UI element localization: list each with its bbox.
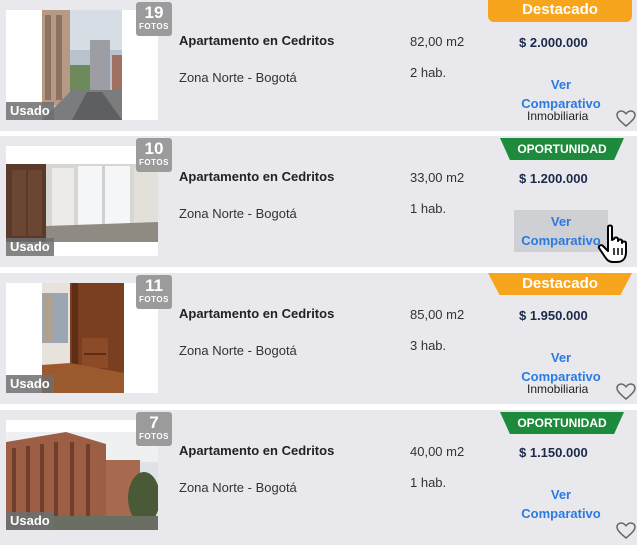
listing-card[interactable]: Usado 7 FOTOS Apartamento en Cedritos Zo…: [0, 410, 637, 545]
photo-count: 7: [149, 413, 159, 432]
condition-badge: Usado: [6, 512, 54, 530]
photo-count-badge: 11 FOTOS: [136, 275, 172, 309]
listing-area: 33,00 m2: [410, 170, 465, 185]
opportunity-badge: OPORTUNIDAD: [500, 138, 624, 160]
listing-card[interactable]: Usado 19 FOTOS Apartamento en Cedritos Z…: [0, 0, 637, 134]
building-photo: [42, 10, 122, 120]
condition-badge: Usado: [6, 375, 54, 393]
photo-count-label: FOTOS: [139, 432, 169, 441]
listing-title[interactable]: Apartamento en Cedritos: [179, 169, 334, 184]
listing-rooms: 1 hab.: [410, 475, 447, 490]
condition-badge: Usado: [6, 238, 54, 256]
listing-price: $ 1.200.000: [519, 171, 588, 186]
compare-link-line2: Comparativo: [521, 233, 601, 248]
listing-price: $ 1.150.000: [519, 445, 588, 460]
heart-icon[interactable]: [616, 383, 636, 401]
photo-count: 11: [145, 276, 163, 295]
compare-link-line1: Ver: [550, 214, 572, 229]
listing-area: 85,00 m2: [410, 307, 465, 322]
photo-count-badge: 7 FOTOS: [136, 412, 172, 446]
compare-link-line2: Comparativo: [521, 506, 601, 521]
listing-zone: Zona Norte - Bogotá: [179, 480, 297, 495]
agency-label: Inmobiliaria: [527, 382, 589, 396]
photo-count-badge: 19 FOTOS: [136, 2, 172, 36]
photo-count-badge: 10 FOTOS: [136, 138, 172, 172]
listing-title[interactable]: Apartamento en Cedritos: [179, 33, 334, 48]
compare-link-line1: Ver: [550, 350, 572, 365]
featured-badge: Destacado: [488, 0, 632, 22]
listing-rooms: 3 hab.: [410, 338, 447, 353]
heart-icon[interactable]: [616, 522, 636, 540]
compare-link-line1: Ver: [550, 77, 572, 92]
compare-link[interactable]: Ver Comparativo: [514, 483, 608, 525]
opportunity-badge: OPORTUNIDAD: [500, 412, 624, 434]
listing-zone: Zona Norte - Bogotá: [179, 206, 297, 221]
listing-zone: Zona Norte - Bogotá: [179, 343, 297, 358]
listing-price: $ 2.000.000: [519, 35, 588, 50]
listing-card[interactable]: Usado 10 FOTOS Apartamento en Cedritos Z…: [0, 136, 637, 270]
interior-photo: [6, 164, 158, 242]
hand-pointer-cursor-icon: [597, 224, 627, 263]
listing-title[interactable]: Apartamento en Cedritos: [179, 306, 334, 321]
photo-count-label: FOTOS: [139, 158, 169, 167]
listing-card[interactable]: Usado 11 FOTOS Apartamento en Cedritos Z…: [0, 273, 637, 407]
photo-count-label: FOTOS: [139, 22, 169, 31]
listing-area: 40,00 m2: [410, 444, 465, 459]
agency-label: Inmobiliaria: [527, 109, 589, 123]
compare-link[interactable]: Ver Comparativo: [514, 210, 608, 252]
compare-link-line1: Ver: [550, 487, 572, 502]
listing-title[interactable]: Apartamento en Cedritos: [179, 443, 334, 458]
listing-price: $ 1.950.000: [519, 308, 588, 323]
photo-count: 10: [144, 139, 164, 158]
interior-photo: [42, 283, 124, 393]
listing-zone: Zona Norte - Bogotá: [179, 70, 297, 85]
featured-badge: Destacado: [488, 273, 632, 295]
condition-badge: Usado: [6, 102, 54, 120]
heart-icon[interactable]: [616, 110, 636, 128]
listing-rooms: 2 hab.: [410, 65, 447, 80]
listing-area: 82,00 m2: [410, 34, 465, 49]
listing-rooms: 1 hab.: [410, 201, 447, 216]
photo-count-label: FOTOS: [139, 295, 169, 304]
photo-count: 19: [144, 3, 164, 22]
